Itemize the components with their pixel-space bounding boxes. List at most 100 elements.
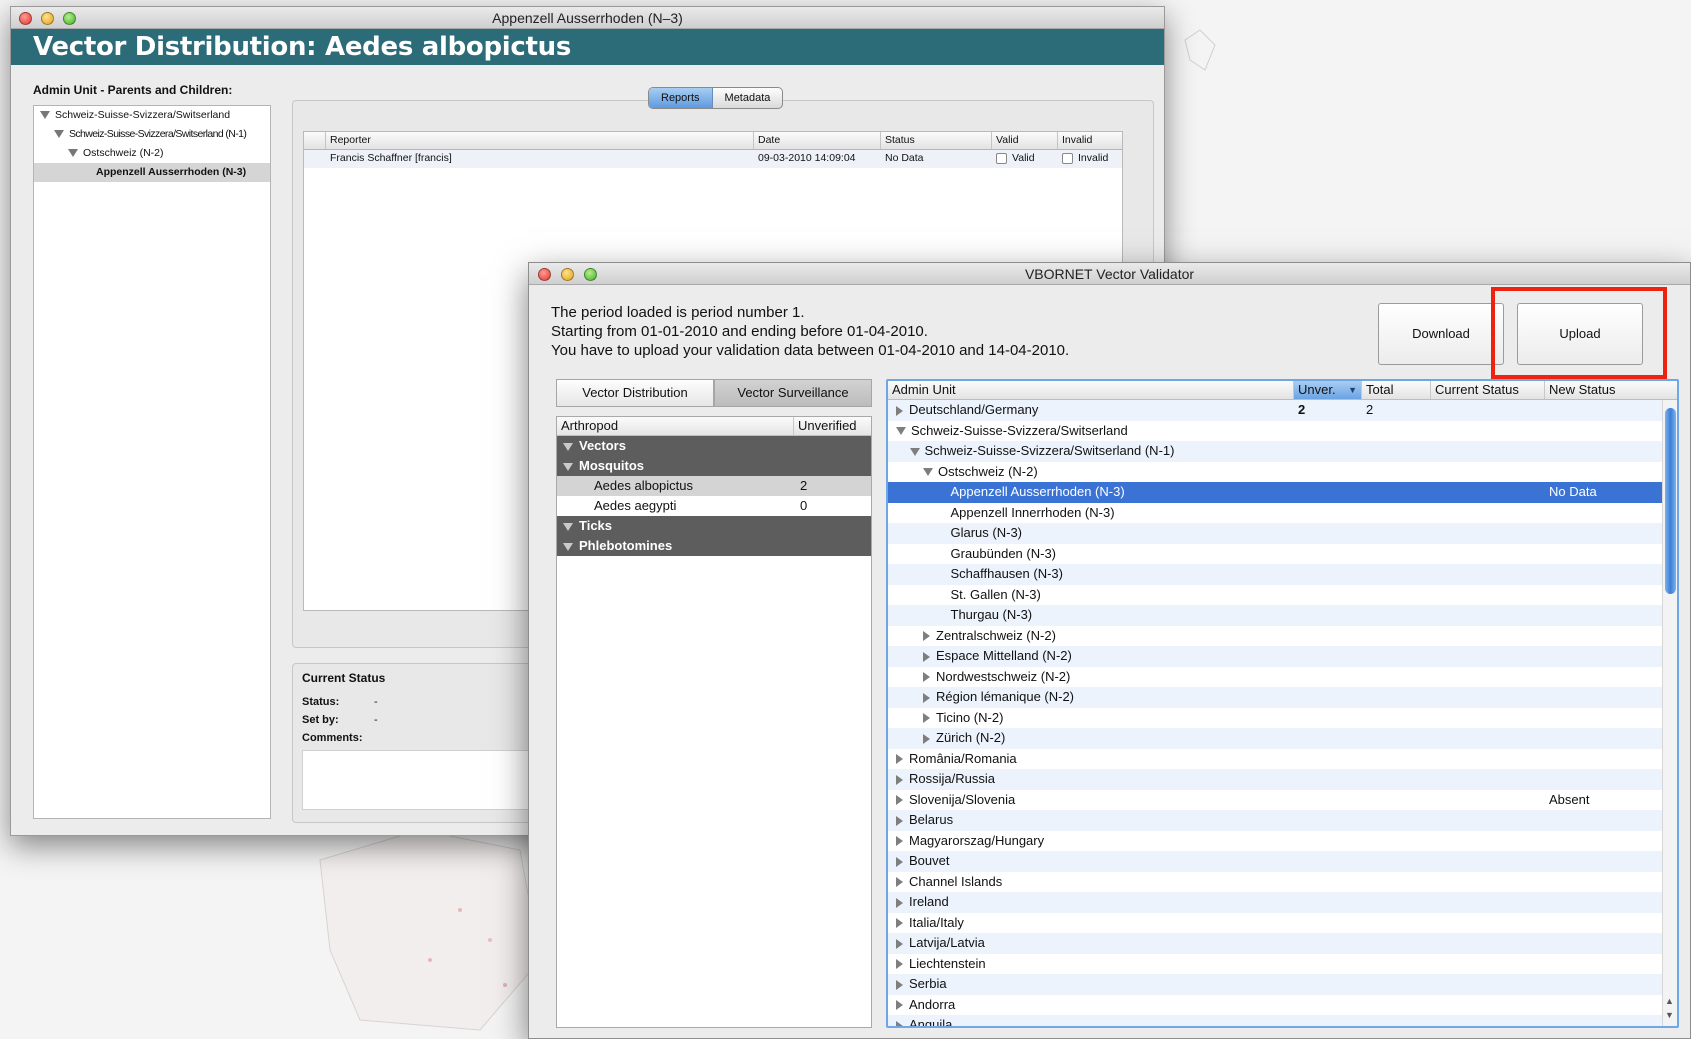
close-window-icon[interactable] [19,12,32,25]
disclosure-collapsed-icon[interactable] [896,877,903,888]
table-row[interactable]: Zürich (N-2) [888,728,1677,749]
table-row[interactable]: Magyarorszag/Hungary [888,831,1677,852]
table-row[interactable]: Zentralschweiz (N-2) [888,626,1677,647]
table-row[interactable]: Ticino (N-2) [888,708,1677,729]
table-row[interactable]: Région lémanique (N-2) [888,687,1677,708]
table-row[interactable]: Serbia [888,974,1677,995]
disclosure-collapsed-icon[interactable] [896,405,903,416]
tab-vector-surveillance[interactable]: Vector Surveillance [714,379,872,407]
table-row[interactable]: Belarus [888,810,1677,831]
group-mosquitos[interactable]: Mosquitos [557,456,871,476]
table-row[interactable]: Appenzell Innerrhoden (N-3) [888,503,1677,524]
table-row[interactable]: Ireland [888,892,1677,913]
disclosure-expanded-icon[interactable] [68,149,78,158]
disclosure-expanded-icon[interactable] [923,468,933,477]
table-row[interactable]: Italia/Italy [888,913,1677,934]
column-current-status[interactable]: Current Status [1431,381,1545,399]
column-reporter[interactable]: Reporter [326,132,754,149]
column-date[interactable]: Date [754,132,881,149]
list-item-aedes-albopictus[interactable]: Aedes albopictus 2 [557,476,871,496]
disclosure-collapsed-icon[interactable] [923,672,930,683]
disclosure-expanded-icon[interactable] [40,111,50,120]
table-row[interactable]: Liechtenstein [888,954,1677,975]
group-ticks[interactable]: Ticks [557,516,871,536]
table-row[interactable]: Espace Mittelland (N-2) [888,646,1677,667]
download-button[interactable]: Download [1378,303,1504,365]
table-row[interactable]: Deutschland/Germany 2 2 [888,400,1677,421]
table-row[interactable]: România/Romania [888,749,1677,770]
column-total[interactable]: Total [1362,381,1431,399]
table-row[interactable]: Thurgau (N-3) [888,605,1677,626]
tab-reports[interactable]: Reports [649,88,713,108]
tree-item[interactable]: Schweiz-Suisse-Svizzera/Switserland (N-1… [34,125,270,144]
disclosure-collapsed-icon[interactable] [896,754,903,765]
table-row[interactable]: St. Gallen (N-3) [888,585,1677,606]
disclosure-collapsed-icon[interactable] [923,713,930,724]
disclosure-collapsed-icon[interactable] [896,1020,903,1026]
close-window-icon[interactable] [538,268,551,281]
disclosure-expanded-icon[interactable] [563,542,573,551]
table-row[interactable]: Channel Islands [888,872,1677,893]
table-row[interactable]: Schaffhausen (N-3) [888,564,1677,585]
column-admin-unit[interactable]: Admin Unit [888,381,1294,399]
disclosure-expanded-icon[interactable] [909,447,920,456]
disclosure-collapsed-icon[interactable] [896,959,903,970]
disclosure-expanded-icon[interactable] [563,442,573,451]
group-phlebotomines[interactable]: Phlebotomines [557,536,871,556]
disclosure-collapsed-icon[interactable] [896,774,903,785]
minimize-window-icon[interactable] [561,268,574,281]
column-valid[interactable]: Valid [992,132,1058,149]
table-row[interactable]: Slovenija/Slovenia Absent [888,790,1677,811]
disclosure-collapsed-icon[interactable] [896,918,903,929]
disclosure-collapsed-icon[interactable] [896,938,903,949]
scroll-up-icon[interactable]: ▲ [1665,996,1674,1006]
disclosure-expanded-icon[interactable] [896,427,906,436]
table-row[interactable]: Glarus (N-3) [888,523,1677,544]
tab-metadata[interactable]: Metadata [713,88,783,108]
table-row[interactable]: Ostschweiz (N-2) [888,462,1677,483]
column-arthropod[interactable]: Arthropod [557,417,794,435]
disclosure-collapsed-icon[interactable] [896,856,903,867]
disclosure-expanded-icon[interactable] [563,462,573,471]
zoom-window-icon[interactable] [63,12,76,25]
scroll-down-icon[interactable]: ▼ [1665,1010,1674,1020]
table-row[interactable]: Graubünden (N-3) [888,544,1677,565]
table-row[interactable]: Schweiz-Suisse-Svizzera/Switserland [888,421,1677,442]
tree-item[interactable]: Schweiz-Suisse-Svizzera/Switserland [34,106,270,125]
column-unver[interactable]: Unver. ▼ [1294,381,1362,399]
invalid-checkbox[interactable] [1062,152,1073,164]
disclosure-expanded-icon[interactable] [563,522,573,531]
table-row[interactable]: Latvija/Latvia [888,933,1677,954]
zoom-window-icon[interactable] [584,268,597,281]
tab-vector-distribution[interactable]: Vector Distribution [556,379,714,407]
table-row[interactable]: Andorra [888,995,1677,1016]
valid-checkbox[interactable] [996,152,1007,164]
vertical-scrollbar[interactable]: ▲ ▼ [1662,400,1677,1026]
validator-window-titlebar[interactable]: VBORNET Vector Validator [529,263,1690,285]
table-row[interactable]: Anguila [888,1015,1677,1026]
minimize-window-icon[interactable] [41,12,54,25]
column-unverified[interactable]: Unverified [794,417,871,435]
disclosure-collapsed-icon[interactable] [896,1000,903,1011]
disclosure-collapsed-icon[interactable] [923,631,930,642]
tree-item[interactable]: Ostschweiz (N-2) [34,144,270,163]
table-row[interactable]: Nordwestschweiz (N-2) [888,667,1677,688]
table-row[interactable]: Francis Schaffner [francis] 09-03-2010 1… [304,150,1122,168]
disclosure-collapsed-icon[interactable] [923,733,930,744]
disclosure-collapsed-icon[interactable] [923,692,930,703]
disclosure-collapsed-icon[interactable] [896,979,903,990]
disclosure-collapsed-icon[interactable] [896,897,903,908]
table-row[interactable]: Bouvet [888,851,1677,872]
disclosure-collapsed-icon[interactable] [896,815,903,826]
table-row[interactable]: Rossija/Russia [888,769,1677,790]
column-invalid[interactable]: Invalid [1058,132,1122,149]
list-item-aedes-aegypti[interactable]: Aedes aegypti 0 [557,496,871,516]
table-row[interactable]: Schweiz-Suisse-Svizzera/Switserland (N-1… [888,441,1677,462]
disclosure-expanded-icon[interactable] [54,130,64,139]
column-status[interactable]: Status [881,132,992,149]
column-new-status[interactable]: New Status [1545,381,1663,399]
disclosure-collapsed-icon[interactable] [896,795,903,806]
scrollbar-thumb[interactable] [1665,408,1676,594]
disclosure-collapsed-icon[interactable] [896,836,903,847]
group-vectors[interactable]: Vectors [557,436,871,456]
